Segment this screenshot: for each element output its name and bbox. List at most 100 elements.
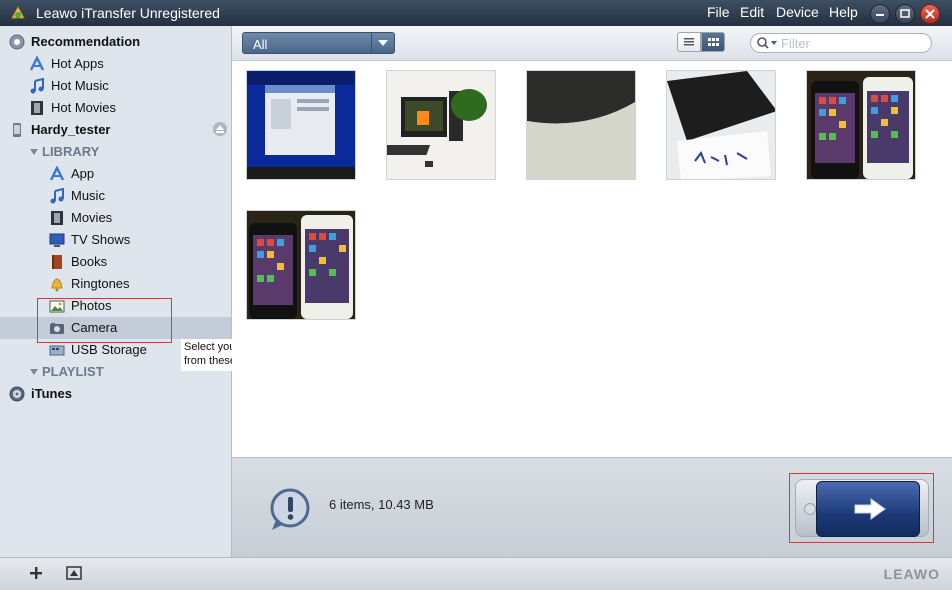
sidebar-item-label: USB Storage (71, 342, 147, 357)
menu-device[interactable]: Device (776, 4, 819, 20)
search-box[interactable] (750, 33, 932, 53)
sidebar-item-movies[interactable]: Movies (0, 207, 231, 229)
chevron-down-icon (30, 149, 38, 155)
sidebar-item-label: Hot Music (51, 78, 109, 93)
show-device-icon[interactable] (66, 565, 82, 581)
sidebar-item-app[interactable]: App (0, 163, 231, 185)
sidebar-item-label: Photos (71, 298, 112, 313)
photo-image (667, 71, 775, 179)
sidebar-item-ringtones[interactable]: Ringtones (0, 273, 231, 295)
sidebar-recommendation-label: Recommendation (31, 34, 141, 49)
eject-button[interactable] (213, 122, 227, 136)
sidebar-device[interactable]: Hardy_tester (0, 119, 231, 141)
maximize-button[interactable] (895, 4, 915, 24)
sidebar-playlist-label: PLAYLIST (42, 364, 104, 379)
sidebar-library-label: LIBRARY (42, 144, 100, 159)
sidebar-item-label: Movies (71, 210, 113, 225)
sidebar-recommendation[interactable]: Recommendation (0, 31, 231, 53)
photo-thumbnail[interactable] (526, 70, 636, 180)
photo-thumbnail[interactable] (666, 70, 776, 180)
sidebar-item-camera[interactable]: Camera (0, 317, 231, 339)
add-icon[interactable] (28, 565, 44, 581)
status-panel: 6 items, 10.43 MB (232, 457, 952, 558)
photo-image (247, 211, 355, 319)
close-icon (925, 9, 935, 19)
chevron-down-icon (378, 40, 388, 46)
indicator-dot (804, 503, 816, 515)
usb-storage-icon (49, 345, 65, 356)
photo-thumbnail[interactable] (246, 210, 356, 320)
search-icon (757, 37, 777, 49)
menu-help[interactable]: Help (829, 4, 858, 20)
sidebar-item-photos[interactable]: Photos (0, 295, 231, 317)
minimize-button[interactable] (870, 4, 890, 24)
grid-view-button[interactable] (701, 32, 725, 52)
film-icon (31, 101, 43, 115)
photo-grid (232, 61, 952, 456)
sidebar-item-music[interactable]: Music (0, 185, 231, 207)
chevron-down-icon (30, 369, 38, 375)
photo-image (807, 71, 915, 179)
book-icon (52, 255, 62, 269)
sidebar-item-label: TV Shows (71, 232, 131, 247)
phone-icon (13, 123, 21, 137)
photo-thumbnail[interactable] (806, 70, 916, 180)
window-title: Leawo iTransfer Unregistered (36, 5, 220, 21)
sidebar-item-hot-music[interactable]: Hot Music (0, 75, 231, 97)
sidebar-itunes[interactable]: iTunes (0, 383, 231, 405)
photo-image (247, 71, 355, 179)
bottom-bar: LEAWO (0, 557, 952, 590)
eject-icon (216, 125, 224, 133)
app-store-icon (29, 56, 45, 71)
sidebar-item-label: Music (71, 188, 105, 203)
photo-thumbnail[interactable] (386, 70, 496, 180)
sidebar-item-label: Camera (71, 320, 118, 335)
sidebar-item-label: App (71, 166, 95, 181)
sidebar-itunes-label: iTunes (31, 386, 72, 401)
bell-icon (51, 278, 63, 292)
music-note-icon (50, 188, 64, 204)
title-bar: Leawo iTransfer Unregistered File Edit D… (0, 0, 952, 26)
film-icon (51, 211, 63, 225)
content-toolbar: All (232, 26, 952, 61)
sidebar-item-label: Hot Apps (51, 56, 104, 71)
filter-dropdown[interactable]: All (242, 32, 395, 54)
sidebar-item-hot-movies[interactable]: Hot Movies (0, 97, 231, 119)
recommendation-icon (9, 34, 25, 50)
sidebar-item-label: Ringtones (71, 276, 130, 291)
sidebar-item-hot-apps[interactable]: Hot Apps (0, 53, 231, 75)
photo-thumbnail[interactable] (246, 70, 356, 180)
sidebar-library-group[interactable]: LIBRARY (0, 141, 231, 163)
app-logo-icon (11, 5, 25, 19)
sidebar-item-books[interactable]: Books (0, 251, 231, 273)
info-icon (270, 488, 310, 530)
sidebar: Recommendation Hot Apps Hot Music Hot Mo… (0, 26, 232, 557)
filter-dropdown-value: All (253, 37, 268, 52)
photo-icon (49, 300, 65, 313)
sidebar-item-tv-shows[interactable]: TV Shows (0, 229, 231, 251)
close-button[interactable] (920, 4, 940, 24)
dropdown-toggle[interactable] (371, 33, 394, 53)
photo-image (387, 71, 495, 179)
minimize-icon (876, 14, 884, 16)
app-store-icon (49, 166, 65, 181)
sidebar-item-label: Books (71, 254, 108, 269)
itunes-icon (9, 386, 25, 402)
menu-edit[interactable]: Edit (740, 4, 764, 20)
sidebar-item-label: Hot Movies (51, 100, 117, 115)
list-view-icon (684, 38, 694, 46)
menu-file[interactable]: File (707, 4, 730, 20)
search-input[interactable] (781, 35, 921, 51)
grid-view-icon (708, 38, 719, 46)
brand-logo: LEAWO (883, 566, 940, 582)
sidebar-device-label: Hardy_tester (31, 122, 111, 137)
list-view-button[interactable] (677, 32, 701, 52)
transfer-button[interactable] (816, 481, 920, 537)
tv-icon (49, 233, 65, 247)
item-summary: 6 items, 10.43 MB (329, 497, 434, 512)
maximize-icon (900, 9, 910, 18)
photo-image (527, 71, 635, 179)
music-note-icon (30, 78, 44, 94)
camera-icon (50, 323, 64, 334)
arrow-right-icon (854, 498, 886, 520)
